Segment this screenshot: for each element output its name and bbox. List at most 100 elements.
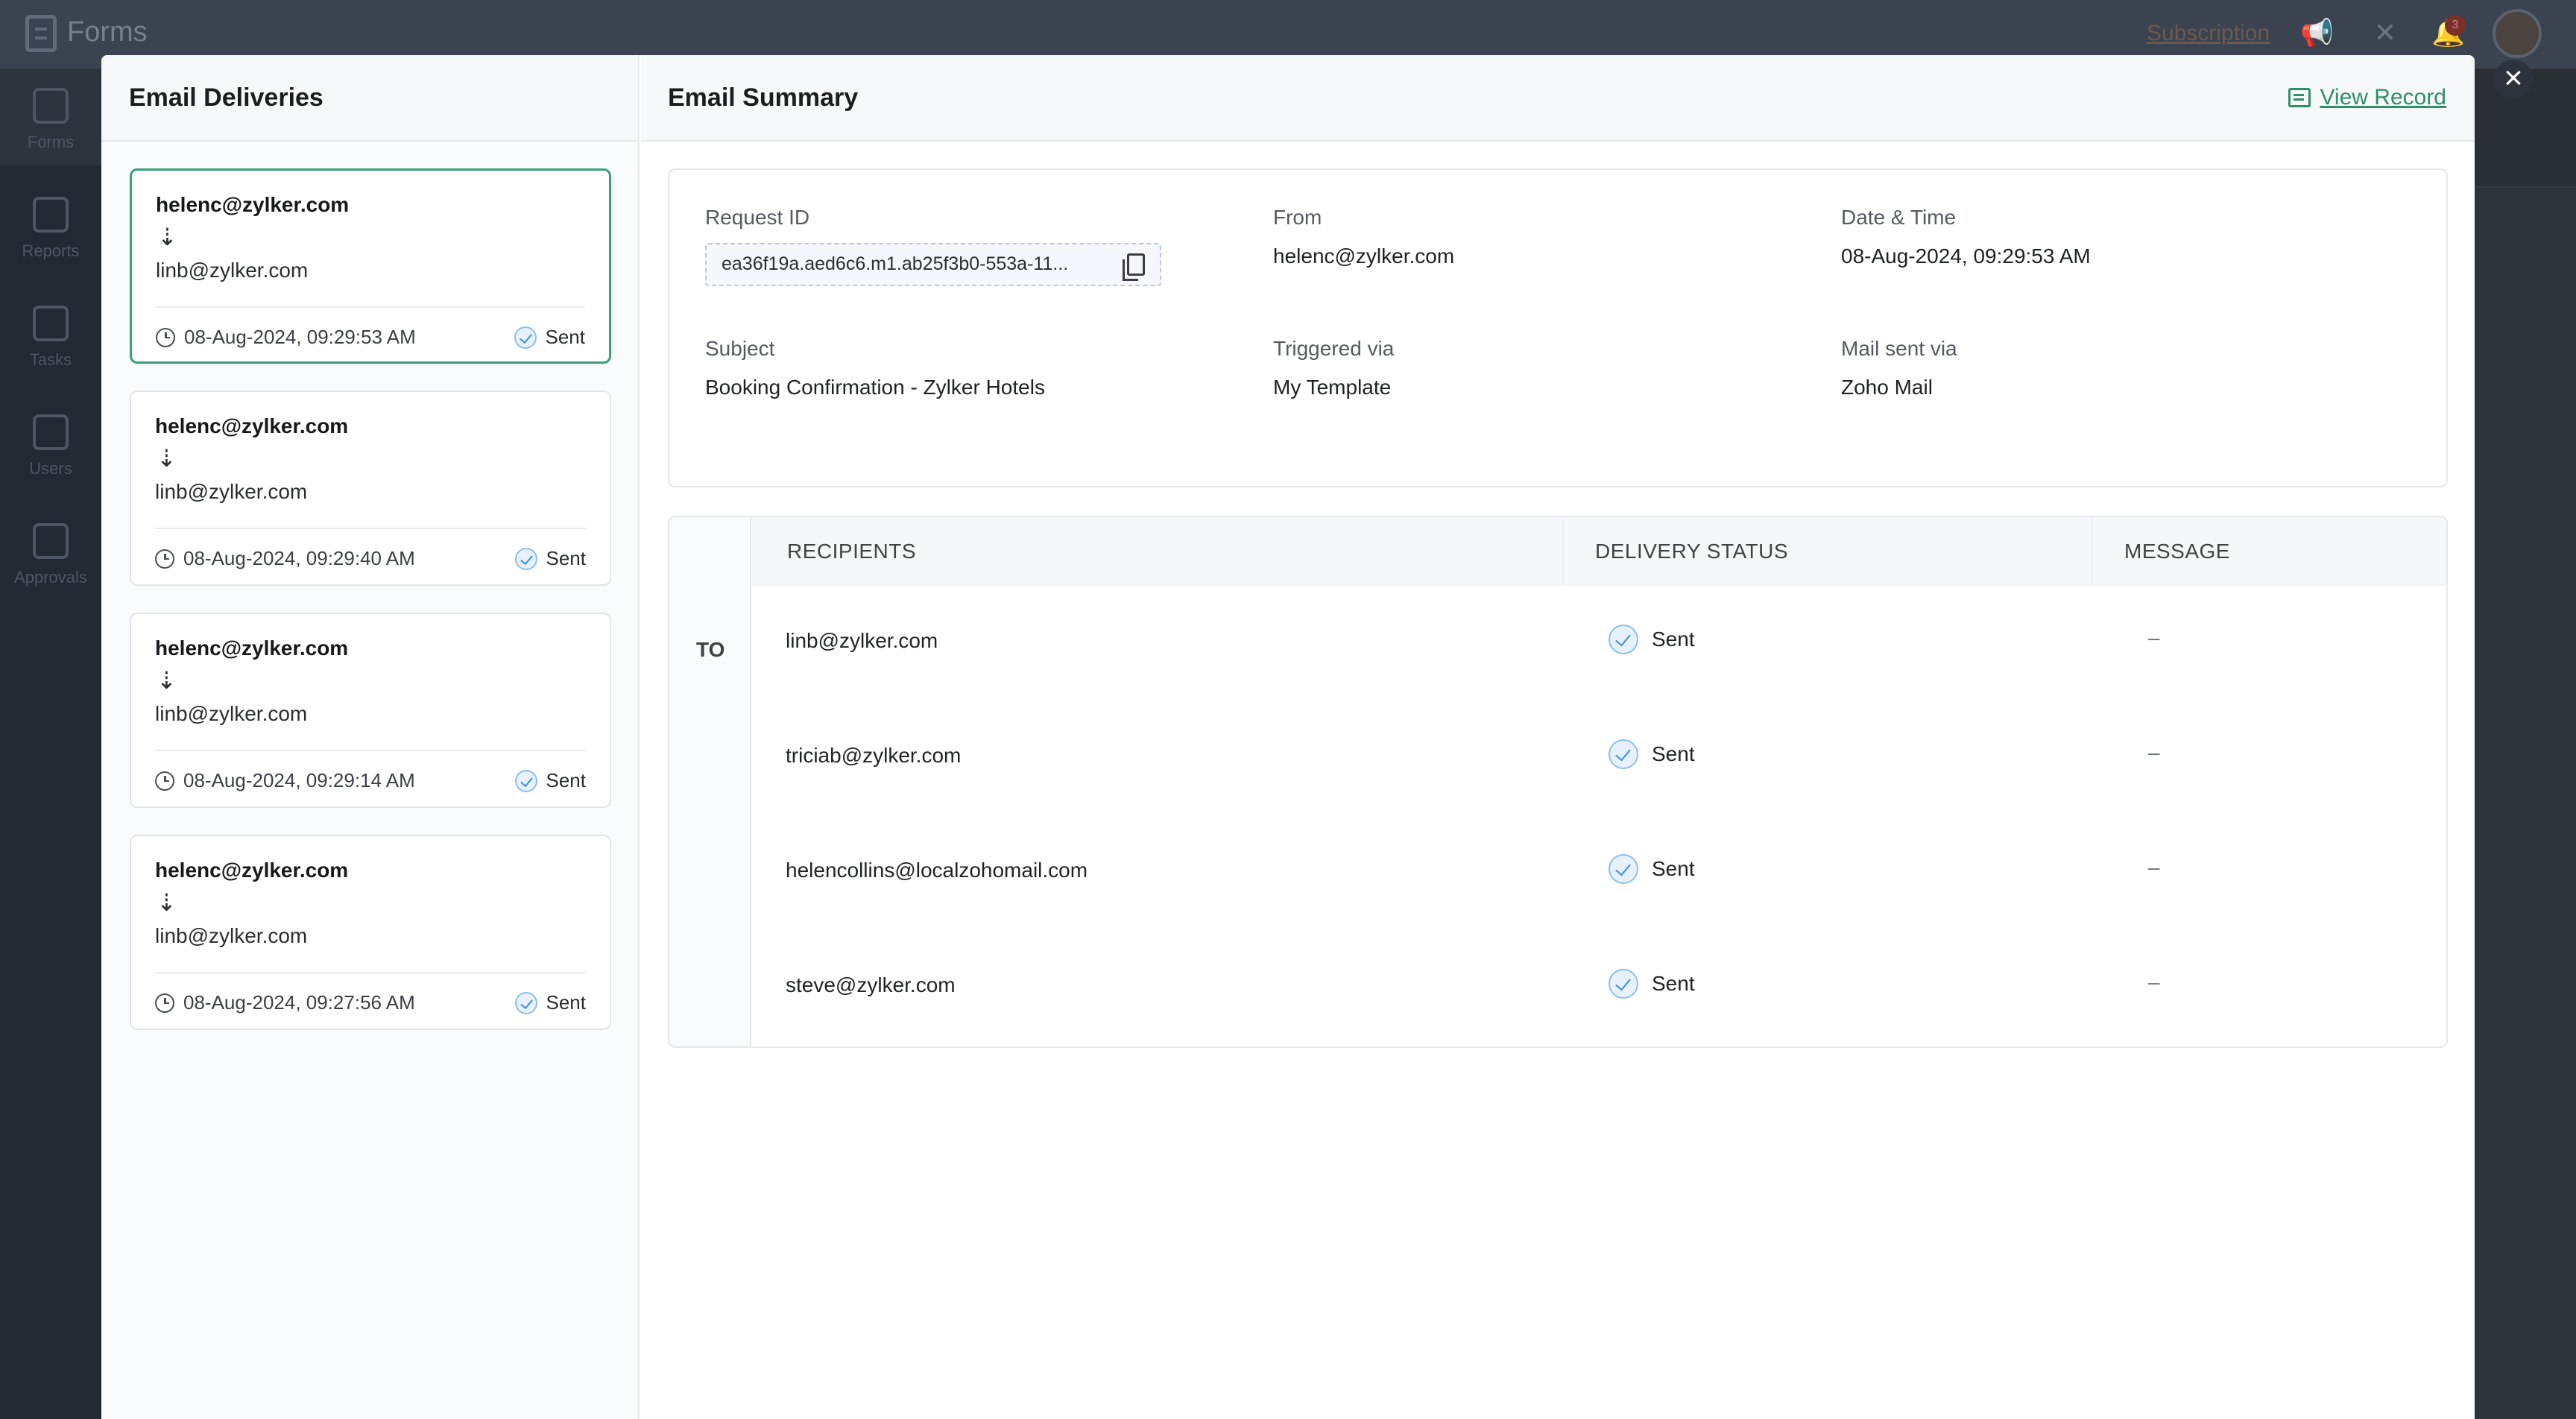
view-record-link[interactable]: View Record xyxy=(2288,85,2446,110)
clock-icon xyxy=(155,993,174,1013)
recipient-status-text: Sent xyxy=(1652,628,1695,651)
delivery-status-text: Sent xyxy=(546,769,587,791)
sidebar-item-label: Approvals xyxy=(14,568,87,587)
arrow-down-icon: ⇣ xyxy=(157,445,177,472)
recipient-message: – xyxy=(2148,741,2160,764)
delivery-time-text: 08-Aug-2024, 09:29:53 AM xyxy=(184,326,416,348)
datetime-label: Date & Time xyxy=(1841,206,1957,229)
reports-icon xyxy=(33,197,69,233)
announcement-icon[interactable]: 📢 xyxy=(2300,18,2334,48)
summary-details: Request ID ea36f19a.aed6c6.m1.ab25f3b0-5… xyxy=(668,168,2448,487)
check-circle-icon xyxy=(1609,969,1638,999)
request-id-value: ea36f19a.aed6c6.m1.ab25f3b0-553a-11... xyxy=(722,253,1069,274)
sidebar-item-users[interactable]: Users xyxy=(0,395,101,492)
clock-icon xyxy=(155,771,174,791)
delivery-from: helenc@zylker.com xyxy=(155,414,349,437)
delivery-to: linb@zylker.com xyxy=(156,259,309,282)
delivery-time: 08-Aug-2024, 09:27:56 AM xyxy=(155,991,415,1014)
avatar[interactable] xyxy=(2493,9,2542,58)
delivery-card[interactable]: helenc@zylker.com ⇣ linb@zylker.com 08-A… xyxy=(130,391,611,586)
mail-via-label: Mail sent via xyxy=(1841,337,1957,360)
table-row: linb@zylker.com Sent – xyxy=(751,586,2446,701)
recipient-email: linb@zylker.com xyxy=(786,629,938,652)
tools-icon[interactable]: ✕ xyxy=(2370,18,2400,48)
sidebar-item-label: Reports xyxy=(22,241,80,260)
recipient-email: steve@zylker.com xyxy=(786,973,956,996)
mail-via-field: Mail sent via Zoho Mail xyxy=(1841,337,1957,399)
triggered-value: My Template xyxy=(1273,376,1392,399)
sidebar-item-reports[interactable]: Reports xyxy=(0,177,101,274)
sidebar-item-forms[interactable]: Forms xyxy=(0,69,101,165)
check-circle-icon xyxy=(514,769,537,792)
to-column: TO xyxy=(669,517,751,1046)
email-summary-header: Email Summary View Record xyxy=(641,55,2475,142)
recipient-status-text: Sent xyxy=(1652,742,1695,765)
triggered-field: Triggered via My Template xyxy=(1273,337,1394,399)
delivery-from: helenc@zylker.com xyxy=(155,859,349,882)
notification-badge: 3 xyxy=(2445,15,2466,36)
delivery-status-text: Sent xyxy=(546,991,587,1014)
header-divider xyxy=(1562,517,1564,586)
close-modal-button[interactable]: × xyxy=(2494,60,2533,98)
card-divider xyxy=(155,972,586,973)
check-circle-icon xyxy=(514,326,537,349)
sidebar-item-tasks[interactable]: Tasks xyxy=(0,286,101,383)
card-divider xyxy=(156,306,585,308)
header-message: MESSAGE xyxy=(2124,540,2230,563)
tasks-icon xyxy=(33,306,69,341)
to-label: TO xyxy=(696,638,725,661)
approvals-icon xyxy=(33,523,69,559)
triggered-label: Triggered via xyxy=(1273,337,1395,360)
delivery-time: 08-Aug-2024, 09:29:53 AM xyxy=(156,326,416,349)
delivery-status-text: Sent xyxy=(546,547,587,569)
delivery-time: 08-Aug-2024, 09:29:40 AM xyxy=(155,547,415,570)
delivery-time: 08-Aug-2024, 09:29:14 AM xyxy=(155,769,415,792)
table-header: RECIPIENTS DELIVERY STATUS MESSAGE xyxy=(751,517,2446,586)
sidebar-item-approvals[interactable]: Approvals xyxy=(0,504,101,601)
delivery-to: linb@zylker.com xyxy=(155,924,308,947)
sidebar-item-label: Users xyxy=(29,459,72,478)
recipient-email: helencollins@localzohomail.com xyxy=(786,859,1088,882)
delivery-card[interactable]: helenc@zylker.com ⇣ linb@zylker.com 08-A… xyxy=(130,835,611,1030)
subscription-link[interactable]: Subscription xyxy=(2147,21,2270,46)
check-circle-icon xyxy=(1609,739,1638,769)
app-name: Forms xyxy=(67,16,148,48)
users-icon xyxy=(33,414,69,450)
request-id-field: Request ID ea36f19a.aed6c6.m1.ab25f3b0-5… xyxy=(705,206,1161,286)
email-summary-title: Email Summary xyxy=(668,83,859,112)
delivery-card[interactable]: helenc@zylker.com ⇣ linb@zylker.com 08-A… xyxy=(130,168,611,364)
clock-icon xyxy=(156,327,175,347)
recipient-message: – xyxy=(2148,856,2160,879)
card-divider xyxy=(155,528,586,529)
delivery-card[interactable]: helenc@zylker.com ⇣ linb@zylker.com 08-A… xyxy=(130,613,611,808)
forms-icon xyxy=(33,88,69,124)
header-recipients: RECIPIENTS xyxy=(787,540,917,563)
recipient-status-text: Sent xyxy=(1652,857,1695,880)
header-divider xyxy=(2092,517,2093,586)
arrow-down-icon: ⇣ xyxy=(157,889,177,916)
sidebar-item-label: Forms xyxy=(27,133,75,151)
arrow-down-icon: ⇣ xyxy=(157,667,177,694)
delivery-from: helenc@zylker.com xyxy=(156,193,350,216)
header-delivery-status: DELIVERY STATUS xyxy=(1595,540,1789,563)
recipient-message: – xyxy=(2148,626,2160,649)
delivery-status: Sent xyxy=(514,991,587,1014)
recipients-table: TO RECIPIENTS DELIVERY STATUS MESSAGE li… xyxy=(668,516,2448,1048)
copy-icon[interactable] xyxy=(1123,253,1145,281)
recipient-status: Sent xyxy=(1609,969,1695,999)
recipient-message: – xyxy=(2148,970,2160,993)
delivery-status-text: Sent xyxy=(545,326,586,348)
app-sidebar: Forms Reports Tasks Users Approvals xyxy=(0,69,101,1419)
forms-logo-icon xyxy=(25,15,57,52)
clock-icon xyxy=(155,549,174,569)
sidebar-item-label: Tasks xyxy=(29,350,72,369)
subject-field: Subject Booking Confirmation - Zylker Ho… xyxy=(705,337,1045,399)
table-row: helencollins@localzohomail.com Sent – xyxy=(751,815,2446,930)
view-record-label: View Record xyxy=(2320,85,2446,110)
recipient-status: Sent xyxy=(1609,739,1695,769)
email-summary-pane: Email Summary View Record Request ID ea3… xyxy=(641,55,2475,1419)
from-label: From xyxy=(1273,206,1322,229)
subject-label: Subject xyxy=(705,337,775,360)
record-icon xyxy=(2288,88,2311,107)
recipient-email: triciab@zylker.com xyxy=(786,744,962,767)
